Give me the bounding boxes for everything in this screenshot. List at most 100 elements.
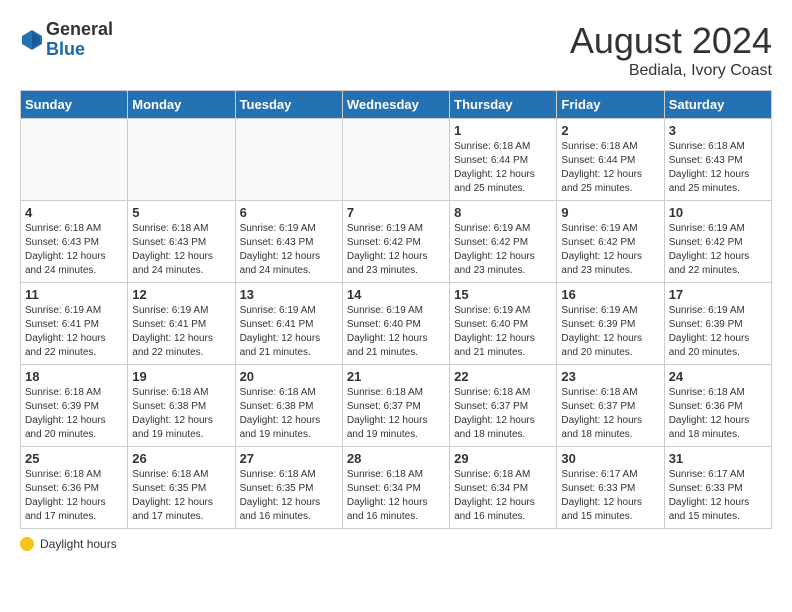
day-number: 21 <box>347 369 445 384</box>
day-number: 28 <box>347 451 445 466</box>
calendar-cell: 5 Sunrise: 6:18 AM Sunset: 6:43 PM Daylig… <box>128 201 235 283</box>
day-number: 12 <box>132 287 230 302</box>
calendar-cell <box>128 119 235 201</box>
calendar-cell: 14Sunrise: 6:19 AM Sunset: 6:40 PM Dayli… <box>342 283 449 365</box>
day-number: 18 <box>25 369 123 384</box>
calendar-table: SundayMondayTuesdayWednesdayThursdayFrid… <box>20 90 772 529</box>
day-number: 3 <box>669 123 767 138</box>
calendar-cell: 13 Sunrise: 6:19 AM Sunset: 6:41 PM Dayli… <box>235 283 342 365</box>
logo-icon <box>20 28 44 52</box>
location-subtitle: Bediala, Ivory Coast <box>570 62 772 80</box>
calendar-week-row: 25Sunrise: 6:18 AM Sunset: 6:36 PM Dayli… <box>21 447 772 529</box>
day-info: Sunrise: 6:19 AM Sunset: 6:41 PM Dayligh… <box>240 304 338 360</box>
day-number: 10 <box>669 205 767 220</box>
footer-label: Daylight hours <box>40 537 117 551</box>
sun-icon <box>20 537 34 551</box>
calendar-cell: 26 Sunrise: 6:18 AM Sunset: 6:35 PM Dayli… <box>128 447 235 529</box>
logo: General Blue <box>20 20 113 60</box>
day-number: 1 <box>454 123 552 138</box>
calendar-week-row: 1 Sunrise: 6:18 AM Sunset: 6:44 PM Daylig… <box>21 119 772 201</box>
day-info: Sunrise: 6:18 AM Sunset: 6:43 PM Dayligh… <box>132 222 230 278</box>
calendar-cell <box>342 119 449 201</box>
day-info: Sunrise: 6:18 AM Sunset: 6:34 PM Dayligh… <box>454 468 552 524</box>
calendar-cell: 7 Sunrise: 6:19 AM Sunset: 6:42 PM Daylig… <box>342 201 449 283</box>
calendar-cell: 2 Sunrise: 6:18 AM Sunset: 6:44 PM Daylig… <box>557 119 664 201</box>
calendar-cell: 21Sunrise: 6:18 AM Sunset: 6:37 PM Dayli… <box>342 365 449 447</box>
calendar-cell: 31 Sunrise: 6:17 AM Sunset: 6:33 PM Dayli… <box>664 447 771 529</box>
calendar-cell: 24 Sunrise: 6:18 AM Sunset: 6:36 PM Dayli… <box>664 365 771 447</box>
day-info: Sunrise: 6:19 AM Sunset: 6:43 PM Dayligh… <box>240 222 338 278</box>
day-number: 13 <box>240 287 338 302</box>
day-info: Sunrise: 6:19 AM Sunset: 6:40 PM Dayligh… <box>454 304 552 360</box>
day-number: 6 <box>240 205 338 220</box>
day-number: 20 <box>240 369 338 384</box>
day-info: Sunrise: 6:18 AM Sunset: 6:38 PM Dayligh… <box>240 386 338 442</box>
day-info: Sunrise: 6:19 AM Sunset: 6:42 PM Dayligh… <box>561 222 659 278</box>
calendar-cell: 4Sunrise: 6:18 AM Sunset: 6:43 PM Daylig… <box>21 201 128 283</box>
day-number: 26 <box>132 451 230 466</box>
day-info: Sunrise: 6:17 AM Sunset: 6:33 PM Dayligh… <box>561 468 659 524</box>
day-number: 30 <box>561 451 659 466</box>
calendar-cell: 12 Sunrise: 6:19 AM Sunset: 6:41 PM Dayli… <box>128 283 235 365</box>
day-number: 23 <box>561 369 659 384</box>
calendar-cell: 19Sunrise: 6:18 AM Sunset: 6:38 PM Dayli… <box>128 365 235 447</box>
day-number: 16 <box>561 287 659 302</box>
calendar-cell: 10Sunrise: 6:19 AM Sunset: 6:42 PM Dayli… <box>664 201 771 283</box>
header-sunday: Sunday <box>21 91 128 119</box>
day-info: Sunrise: 6:18 AM Sunset: 6:37 PM Dayligh… <box>454 386 552 442</box>
header-saturday: Saturday <box>664 91 771 119</box>
day-number: 2 <box>561 123 659 138</box>
day-number: 25 <box>25 451 123 466</box>
day-number: 19 <box>132 369 230 384</box>
day-info: Sunrise: 6:17 AM Sunset: 6:33 PM Dayligh… <box>669 468 767 524</box>
calendar-cell: 25Sunrise: 6:18 AM Sunset: 6:36 PM Dayli… <box>21 447 128 529</box>
header-wednesday: Wednesday <box>342 91 449 119</box>
day-info: Sunrise: 6:18 AM Sunset: 6:35 PM Dayligh… <box>240 468 338 524</box>
calendar-cell: 30 Sunrise: 6:17 AM Sunset: 6:33 PM Dayli… <box>557 447 664 529</box>
calendar-cell: 18 Sunrise: 6:18 AM Sunset: 6:39 PM Dayli… <box>21 365 128 447</box>
logo-general-text: General <box>46 20 113 40</box>
calendar-week-row: 11 Sunrise: 6:19 AM Sunset: 6:41 PM Dayli… <box>21 283 772 365</box>
calendar-cell <box>21 119 128 201</box>
day-info: Sunrise: 6:18 AM Sunset: 6:34 PM Dayligh… <box>347 468 445 524</box>
day-info: Sunrise: 6:19 AM Sunset: 6:42 PM Dayligh… <box>454 222 552 278</box>
calendar-cell: 11 Sunrise: 6:19 AM Sunset: 6:41 PM Dayli… <box>21 283 128 365</box>
day-info: Sunrise: 6:19 AM Sunset: 6:42 PM Dayligh… <box>347 222 445 278</box>
footer-note: Daylight hours <box>20 537 772 551</box>
day-info: Sunrise: 6:18 AM Sunset: 6:35 PM Dayligh… <box>132 468 230 524</box>
day-number: 8 <box>454 205 552 220</box>
logo-blue-text: Blue <box>46 40 113 60</box>
header-tuesday: Tuesday <box>235 91 342 119</box>
calendar-header-row: SundayMondayTuesdayWednesdayThursdayFrid… <box>21 91 772 119</box>
day-info: Sunrise: 6:18 AM Sunset: 6:44 PM Dayligh… <box>561 140 659 196</box>
day-info: Sunrise: 6:19 AM Sunset: 6:39 PM Dayligh… <box>561 304 659 360</box>
day-info: Sunrise: 6:19 AM Sunset: 6:41 PM Dayligh… <box>25 304 123 360</box>
calendar-cell: 9Sunrise: 6:19 AM Sunset: 6:42 PM Daylig… <box>557 201 664 283</box>
day-info: Sunrise: 6:18 AM Sunset: 6:44 PM Dayligh… <box>454 140 552 196</box>
day-number: 17 <box>669 287 767 302</box>
day-number: 27 <box>240 451 338 466</box>
header-friday: Friday <box>557 91 664 119</box>
day-info: Sunrise: 6:18 AM Sunset: 6:39 PM Dayligh… <box>25 386 123 442</box>
day-info: Sunrise: 6:18 AM Sunset: 6:37 PM Dayligh… <box>561 386 659 442</box>
calendar-cell: 16 Sunrise: 6:19 AM Sunset: 6:39 PM Dayli… <box>557 283 664 365</box>
day-number: 11 <box>25 287 123 302</box>
day-number: 31 <box>669 451 767 466</box>
header-monday: Monday <box>128 91 235 119</box>
day-number: 15 <box>454 287 552 302</box>
page-header: General Blue August 2024 Bediala, Ivory … <box>20 20 772 80</box>
calendar-cell: 3 Sunrise: 6:18 AM Sunset: 6:43 PM Daylig… <box>664 119 771 201</box>
day-info: Sunrise: 6:18 AM Sunset: 6:43 PM Dayligh… <box>669 140 767 196</box>
calendar-cell: 28 Sunrise: 6:18 AM Sunset: 6:34 PM Dayli… <box>342 447 449 529</box>
day-number: 22 <box>454 369 552 384</box>
calendar-cell: 17Sunrise: 6:19 AM Sunset: 6:39 PM Dayli… <box>664 283 771 365</box>
calendar-cell: 29Sunrise: 6:18 AM Sunset: 6:34 PM Dayli… <box>450 447 557 529</box>
day-number: 5 <box>132 205 230 220</box>
title-block: August 2024 Bediala, Ivory Coast <box>570 20 772 80</box>
day-number: 7 <box>347 205 445 220</box>
day-info: Sunrise: 6:18 AM Sunset: 6:36 PM Dayligh… <box>669 386 767 442</box>
month-year-title: August 2024 <box>570 20 772 62</box>
day-number: 24 <box>669 369 767 384</box>
calendar-cell: 23 Sunrise: 6:18 AM Sunset: 6:37 PM Dayli… <box>557 365 664 447</box>
day-info: Sunrise: 6:19 AM Sunset: 6:41 PM Dayligh… <box>132 304 230 360</box>
